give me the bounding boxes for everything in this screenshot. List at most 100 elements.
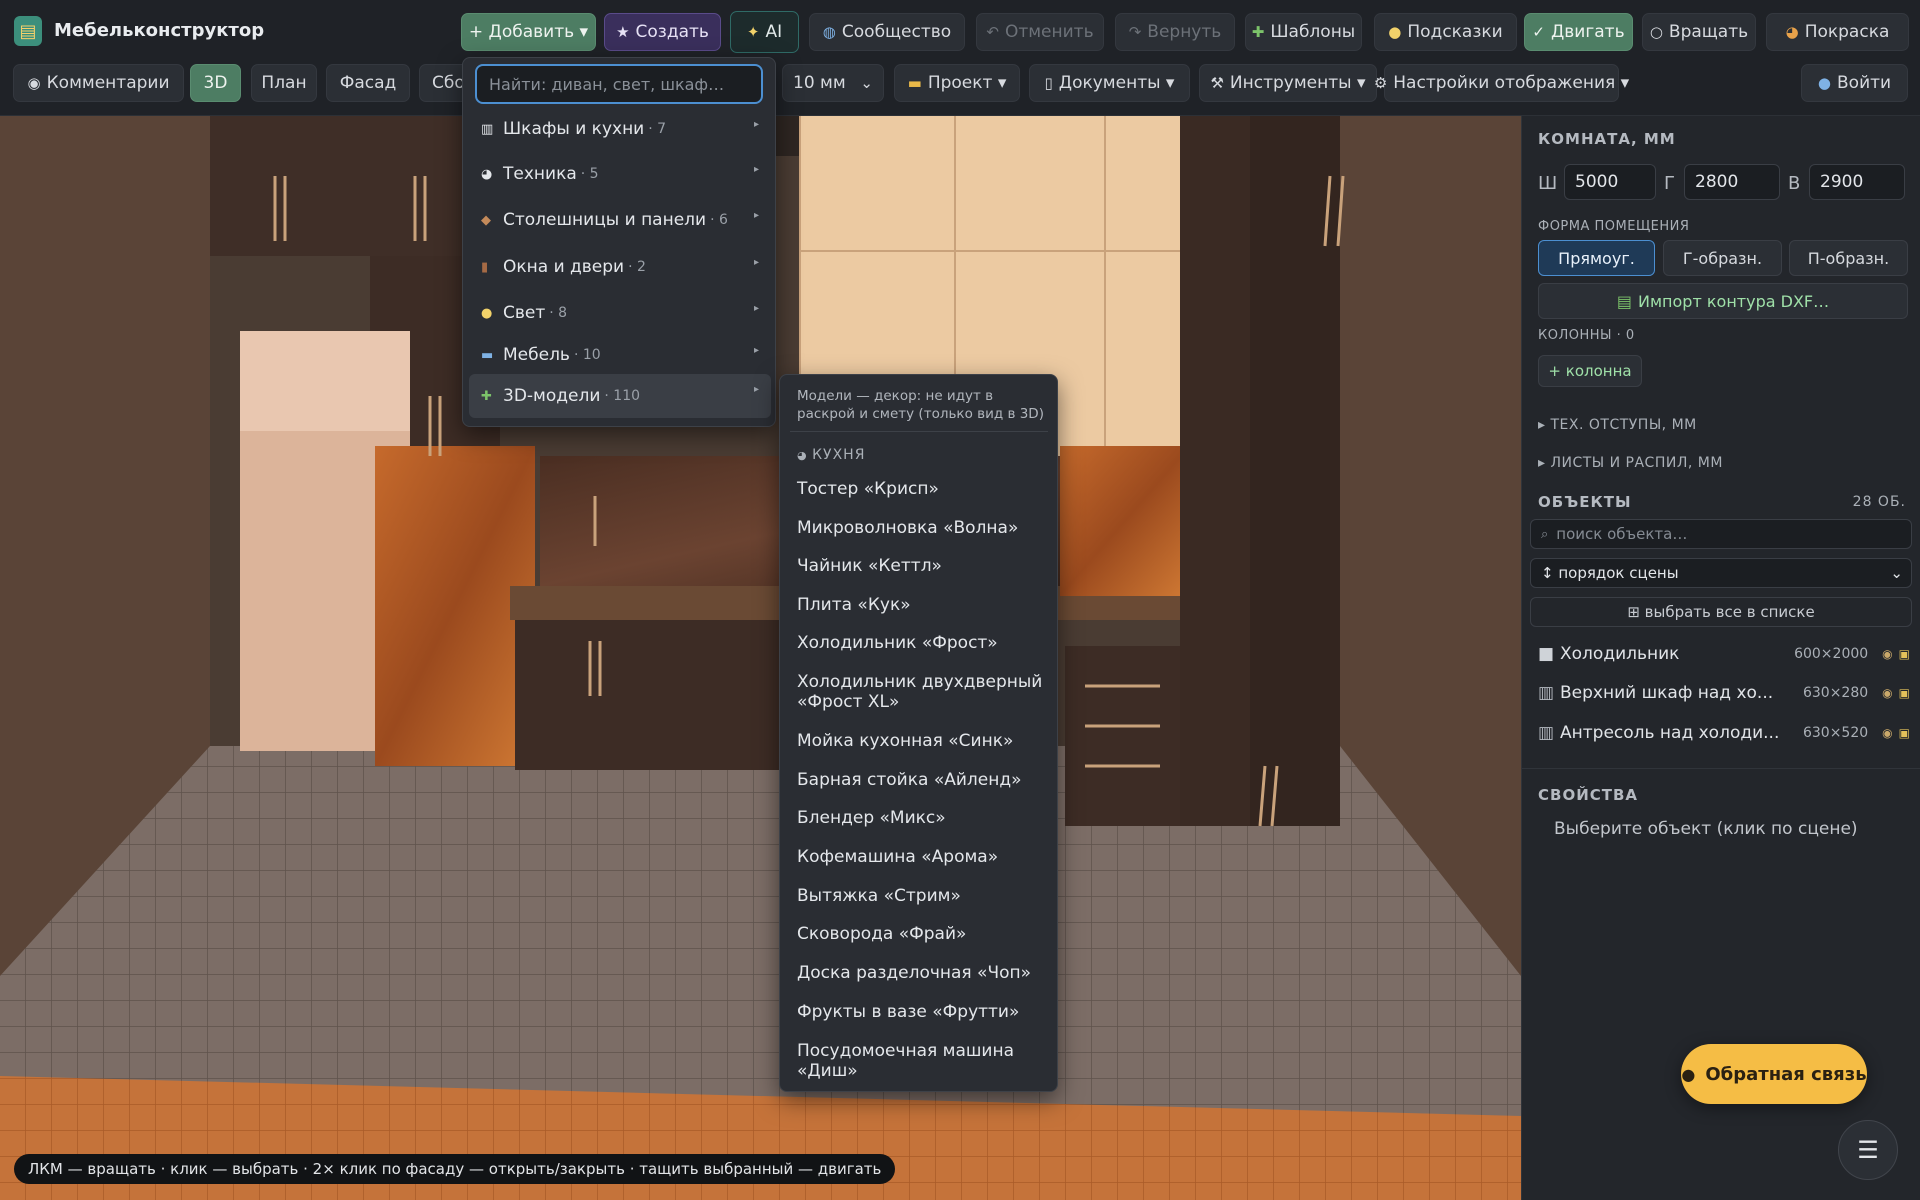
add-button[interactable]: + Добавить ▾: [461, 13, 596, 51]
move-button[interactable]: ✓ Двигать: [1524, 13, 1633, 51]
kitchen-icon: ◕: [797, 449, 813, 462]
palette-icon: ◕: [1785, 22, 1799, 41]
menu-item-furniture[interactable]: ▬ Мебель · 10 ▸: [469, 335, 771, 375]
object-row[interactable]: ■ Холодильник 600×2000 ◉ ▣: [1538, 636, 1910, 672]
menu-item-count: · 10: [573, 347, 601, 363]
fridge-icon: ■: [1538, 644, 1555, 664]
templates-button[interactable]: ✚ Шаблоны: [1245, 13, 1362, 51]
object-search-input[interactable]: ⌕ поиск объекта…: [1530, 519, 1912, 549]
menu-item-label: Техника: [503, 164, 577, 184]
object-search-placeholder: поиск объекта…: [1556, 525, 1688, 543]
shape-u-button[interactable]: П-образн.: [1789, 240, 1908, 276]
depth-label: Г: [1664, 173, 1675, 194]
model-item[interactable]: Посудомоечная машина «Диш»: [797, 1041, 1047, 1081]
paint-button[interactable]: ◕ Покраска: [1766, 13, 1909, 51]
eye-icon[interactable]: ◉: [1882, 686, 1892, 700]
sort-select[interactable]: ↕ порядок сцены ⌄: [1530, 558, 1912, 588]
shape-section-title: ФОРМА ПОМЕЩЕНИЯ: [1538, 219, 1690, 234]
redo-label: Вернуть: [1147, 22, 1222, 42]
countertop-icon: ◆: [481, 212, 491, 228]
menu-fab-button[interactable]: ☰: [1838, 1120, 1898, 1180]
model-item[interactable]: Холодильник двухдверный «Фрост XL»: [797, 672, 1047, 712]
move-label: Двигать: [1550, 22, 1625, 42]
chevron-down-icon: ⌄: [1890, 564, 1903, 582]
cabinet-icon: ▥: [1538, 683, 1555, 703]
model-item[interactable]: Барная стойка «Айленд»: [797, 770, 1047, 790]
model-item[interactable]: Мойка кухонная «Синк»: [797, 731, 1047, 751]
create-button[interactable]: ★ Создать: [604, 13, 721, 51]
undo-icon: ↶: [986, 22, 999, 41]
model-item[interactable]: Фрукты в вазе «Фрутти»: [797, 1002, 1047, 1022]
rotate-button[interactable]: ○ Вращать: [1642, 13, 1756, 51]
object-row[interactable]: ▥ Верхний шкаф над хо... 630×280 ◉ ▣: [1538, 675, 1910, 711]
lock-icon[interactable]: ▣: [1899, 726, 1910, 740]
eye-icon[interactable]: ◉: [1882, 726, 1892, 740]
documents-menu-button[interactable]: ▯ Документы ▾: [1029, 64, 1190, 102]
tech-offsets-toggle[interactable]: ▸ ТЕХ. ОТСТУПЫ, ММ: [1538, 417, 1697, 433]
shape-rect-button[interactable]: Прямоуг.: [1538, 240, 1655, 276]
model-item[interactable]: Тостер «Крисп»: [797, 479, 1047, 499]
menu-item-countertops[interactable]: ◆ Столешницы и панели · 6 ▸: [469, 200, 771, 240]
tech-offsets-label: ТЕХ. ОТСТУПЫ, ММ: [1550, 417, 1697, 433]
model-item[interactable]: Микроволновка «Волна»: [797, 518, 1047, 538]
step-select[interactable]: 10 мм ⌄: [782, 64, 884, 102]
cabinet-icon: ▥: [481, 121, 494, 137]
file-icon: ▤: [1616, 291, 1633, 311]
menu-item-windows-doors[interactable]: ▮ Окна и двери · 2 ▸: [469, 247, 771, 287]
community-button[interactable]: ◍ Сообщество: [809, 13, 965, 51]
room-width-input[interactable]: 5000: [1564, 164, 1656, 200]
view-plan-tab[interactable]: План: [251, 64, 317, 102]
redo-button[interactable]: ↷ Вернуть: [1115, 13, 1235, 51]
model-item[interactable]: Плита «Кук»: [797, 595, 1047, 615]
login-button[interactable]: ● Войти: [1801, 64, 1908, 102]
folder-icon: ▬: [907, 73, 922, 92]
room-height-input[interactable]: 2900: [1809, 164, 1905, 200]
project-menu-button[interactable]: ▬ Проект ▾: [894, 64, 1020, 102]
menu-item-lights[interactable]: ● Свет · 8 ▸: [469, 293, 771, 333]
object-row[interactable]: ▥ Антресоль над холоди... 630×520 ◉ ▣: [1538, 715, 1910, 751]
feedback-button[interactable]: ● Обратная связь: [1681, 1044, 1867, 1104]
add-column-button[interactable]: + колонна: [1538, 355, 1642, 387]
display-settings-button[interactable]: ⚙ Настройки отображения ▾: [1374, 64, 1629, 102]
sparkle-icon: ✦: [746, 22, 760, 41]
model-item[interactable]: Доска разделочная «Чоп»: [797, 963, 1047, 983]
divider: [1522, 768, 1920, 769]
model-item[interactable]: Кофемашина «Арома»: [797, 847, 1047, 867]
lock-icon[interactable]: ▣: [1899, 686, 1910, 700]
menu-item-label: Шкафы и кухни: [503, 119, 645, 139]
menu-item-3d-models[interactable]: ✚ 3D-модели · 110 ▸: [469, 374, 771, 418]
ai-button[interactable]: ✦ AI: [730, 11, 799, 53]
rotate-label: Вращать: [1668, 22, 1749, 42]
comments-button[interactable]: ◉ Комментарии: [13, 64, 184, 102]
shape-l-button[interactable]: Г-образн.: [1663, 240, 1782, 276]
menu-item-cabinets[interactable]: ▥ Шкафы и кухни · 7 ▸: [469, 109, 771, 149]
feedback-label: Обратная связь: [1705, 1063, 1867, 1085]
model-item[interactable]: Сковорода «Фрай»: [797, 924, 1047, 944]
sheets-toggle[interactable]: ▸ ЛИСТЫ И РАСПИЛ, ММ: [1538, 455, 1723, 471]
menu-item-appliances[interactable]: ◕ Техника · 5 ▸: [469, 154, 771, 194]
display-settings-label: Настройки отображения ▾: [1393, 73, 1630, 93]
chevron-right-icon: ▸: [753, 119, 759, 130]
hints-button[interactable]: ● Подсказки: [1374, 13, 1517, 51]
select-all-button[interactable]: ⊞ выбрать все в списке: [1530, 597, 1912, 627]
eye-icon[interactable]: ◉: [1882, 647, 1892, 661]
room-depth-input[interactable]: 2800: [1684, 164, 1780, 200]
model-item[interactable]: Чайник «Кеттл»: [797, 556, 1047, 576]
model-item[interactable]: Блендер «Микс»: [797, 808, 1047, 828]
add-menu-search-input[interactable]: Найти: диван, свет, шкаф…: [475, 64, 763, 104]
view-3d-tab[interactable]: 3D: [190, 64, 241, 102]
tools-menu-button[interactable]: ⚒ Инструменты ▾: [1199, 64, 1377, 102]
object-size: 600×2000: [1794, 646, 1869, 662]
comments-label: Комментарии: [46, 73, 170, 93]
view-facade-tab[interactable]: Фасад: [326, 64, 410, 102]
hints-label: Подсказки: [1407, 22, 1503, 42]
undo-button[interactable]: ↶ Отменить: [976, 13, 1104, 51]
submenu-note: Модели — декор: не идут в раскрой и смет…: [797, 388, 1044, 422]
height-label: В: [1788, 173, 1801, 194]
menu-item-label: Окна и двери: [503, 257, 625, 277]
lock-icon[interactable]: ▣: [1899, 647, 1910, 661]
model-item[interactable]: Вытяжка «Стрим»: [797, 886, 1047, 906]
sofa-icon: ▬: [481, 347, 494, 363]
model-item[interactable]: Холодильник «Фрост»: [797, 633, 1047, 653]
import-dxf-button[interactable]: ▤ Импорт контура DXF…: [1538, 283, 1908, 319]
